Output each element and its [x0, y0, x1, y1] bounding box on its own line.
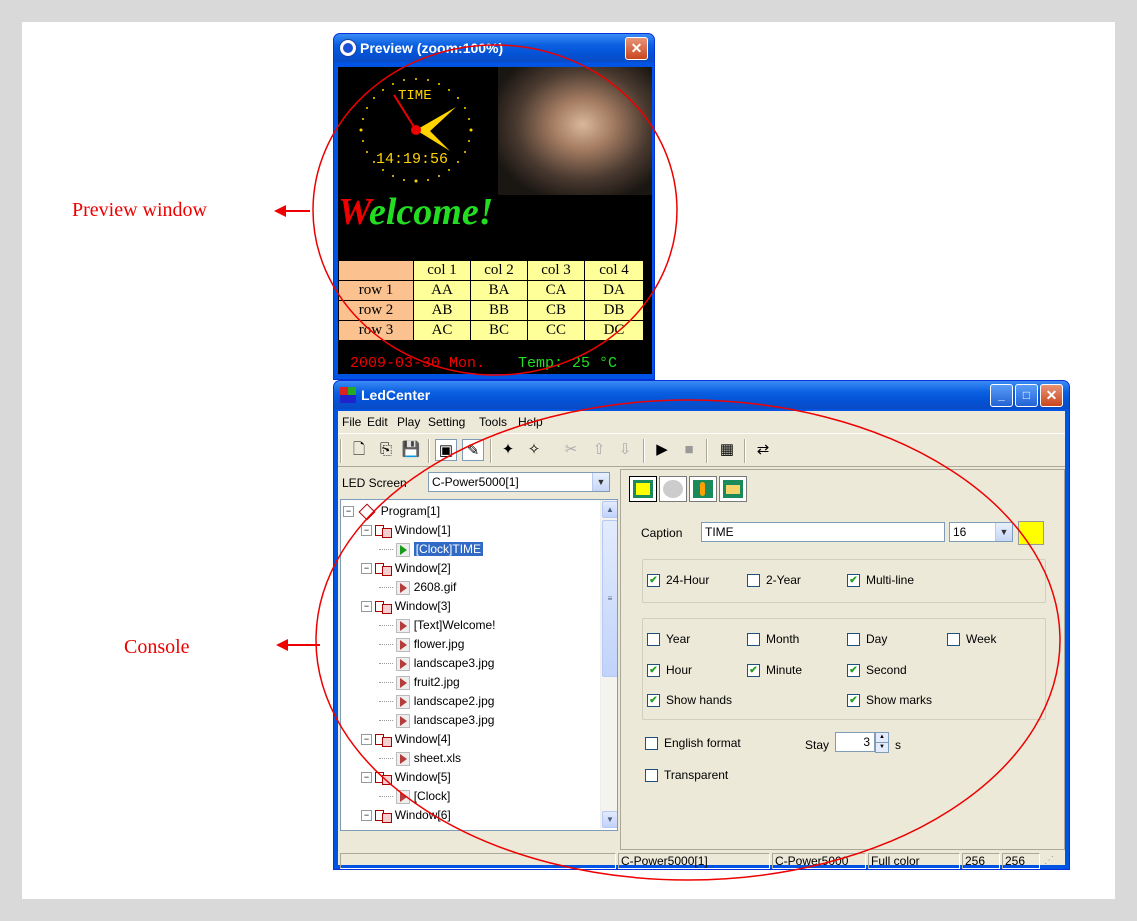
console-annotation: Console [124, 636, 190, 658]
console-arrowhead [276, 639, 288, 651]
annotation-layer [274, 44, 1061, 881]
preview-arrowhead [274, 205, 286, 217]
preview-window-annotation: Preview window [72, 199, 207, 221]
preview-highlight-ellipse [312, 44, 678, 376]
console-highlight-ellipse [315, 399, 1061, 881]
